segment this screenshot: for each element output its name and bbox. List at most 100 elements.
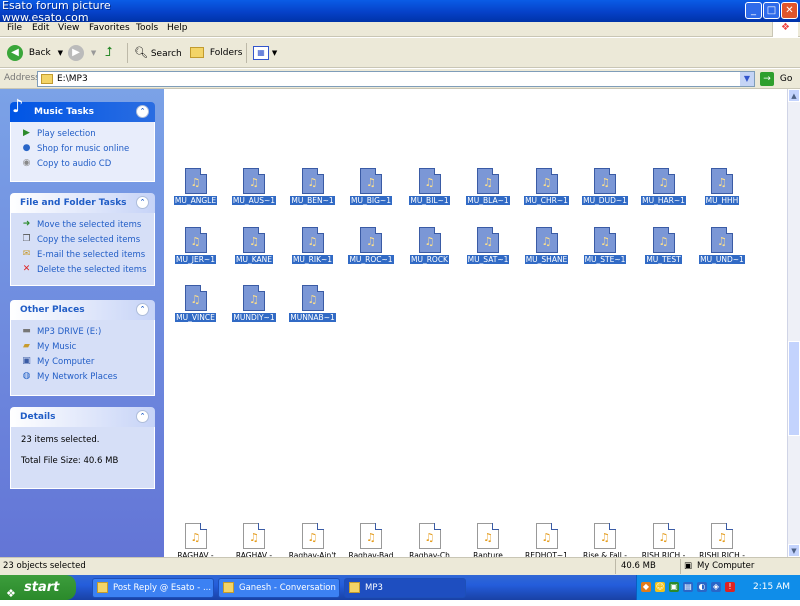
taskbar-item-mp3[interactable]: MP3: [344, 578, 466, 598]
go-button[interactable]: → Go: [760, 72, 792, 86]
watermark-line1: Esato forum picture: [2, 0, 111, 12]
search-label: Search: [150, 49, 182, 59]
address-input[interactable]: E:\MP3 ▼: [37, 71, 755, 87]
file-item[interactable]: ♫ MU_BIG~1: [343, 168, 400, 206]
tray-speaker-icon[interactable]: ◐: [697, 582, 707, 592]
menu-edit[interactable]: Edit: [32, 23, 49, 33]
file-item[interactable]: ♫ MU_SHANE: [518, 227, 575, 265]
task-delete[interactable]: ✕ Delete the selected items: [21, 263, 150, 278]
audio-file-icon: ♫: [594, 168, 616, 194]
close-button[interactable]: ✕: [781, 2, 798, 19]
file-item[interactable]: ♫ MU_RIK~1: [284, 227, 341, 265]
audio-file-icon: ♫: [243, 227, 265, 253]
collapse-chevron-icon[interactable]: ⌃: [136, 410, 149, 423]
file-item[interactable]: ♫ Raghav-Bad: [343, 523, 400, 561]
file-item[interactable]: ♫ RAGHAV -: [226, 523, 283, 561]
file-item[interactable]: ♫ MU_BLA~1: [460, 168, 517, 206]
other-places-header[interactable]: Other Places ⌃: [10, 300, 155, 320]
file-item[interactable]: ♫ MU_UND~1: [694, 227, 751, 265]
back-button[interactable]: ◀ Back ▼: [7, 44, 63, 62]
scroll-up-icon[interactable]: ▲: [788, 89, 800, 102]
menu-file[interactable]: File: [7, 23, 22, 33]
file-item[interactable]: ♫ MU_HHH: [694, 168, 751, 206]
file-item[interactable]: ♫ Raghav-Ch: [401, 523, 458, 561]
audio-file-icon: ♫: [711, 168, 733, 194]
file-item[interactable]: ♫ MU_CHR~1: [518, 168, 575, 206]
file-item[interactable]: ♫ RISH RICH -: [635, 523, 692, 561]
file-item[interactable]: ♫ MU_BIL~1: [401, 168, 458, 206]
search-button[interactable]: 🔍︎ Search: [134, 44, 182, 62]
file-item[interactable]: ♫ Rapture: [460, 523, 517, 561]
file-item[interactable]: ♫ MUNDIY~1: [226, 285, 283, 323]
file-item[interactable]: ♫ MU_DUD~1: [577, 168, 634, 206]
status-location: My Computer: [697, 561, 755, 571]
task-copy[interactable]: ❐ Copy the selected items: [21, 233, 150, 248]
file-item[interactable]: ♫ RAGHAV -: [167, 523, 224, 561]
scroll-down-icon[interactable]: ▼: [788, 544, 800, 557]
collapse-chevron-icon[interactable]: ⌃: [136, 303, 149, 316]
music-tasks-header[interactable]: ♪ Music Tasks ⌃: [10, 96, 155, 122]
place-mp3-drive[interactable]: ▬ MP3 DRIVE (E:): [21, 325, 150, 340]
views-button[interactable]: ▦ ▼: [253, 44, 277, 62]
forward-button[interactable]: ▶ ▼: [68, 44, 96, 62]
file-item[interactable]: ♫ MU_BEN~1: [284, 168, 341, 206]
file-item[interactable]: ♫ MU_JER~1: [167, 227, 224, 265]
menu-help[interactable]: Help: [167, 23, 188, 33]
scroll-thumb[interactable]: [788, 341, 800, 436]
menu-view[interactable]: View: [58, 23, 79, 33]
minimize-button[interactable]: _: [745, 2, 762, 19]
file-item[interactable]: ♫ Rise & Fall -: [577, 523, 634, 561]
vertical-scrollbar[interactable]: ▲ ▼: [787, 89, 800, 557]
task-label: Move the selected items: [37, 220, 142, 230]
folders-button[interactable]: Folders: [190, 44, 242, 62]
task-email[interactable]: ✉ E-mail the selected items: [21, 248, 150, 263]
address-dropdown-icon[interactable]: ▼: [740, 72, 754, 86]
file-item[interactable]: ♫ MU_AUS~1: [226, 168, 283, 206]
file-item[interactable]: ♫ MU_HAR~1: [635, 168, 692, 206]
file-item[interactable]: ♫ MU_SAT~1: [460, 227, 517, 265]
taskbar-item-conversation[interactable]: Ganesh - Conversation: [218, 578, 340, 598]
menu-favorites[interactable]: Favorites: [89, 23, 130, 33]
music-note-icon: ♫: [541, 235, 552, 248]
task-shop-music[interactable]: ● Shop for music online: [21, 142, 150, 157]
up-folder-icon[interactable]: ⮥: [105, 44, 113, 62]
audio-file-icon: ♫: [184, 227, 207, 253]
start-button[interactable]: ❖ start: [0, 575, 76, 600]
maximize-button[interactable]: □: [763, 2, 780, 19]
file-folder-tasks-header[interactable]: File and Folder Tasks ⌃: [10, 193, 155, 213]
file-item[interactable]: ♫ MU_KANE: [226, 227, 283, 265]
details-header[interactable]: Details ⌃: [10, 407, 155, 427]
place-my-music[interactable]: ▰ My Music: [21, 340, 150, 355]
file-item[interactable]: ♫ Raghav-Ain't: [284, 523, 341, 561]
music-note-icon: ♫: [658, 176, 669, 189]
tray-security-icon[interactable]: ◈: [711, 582, 721, 592]
task-move[interactable]: ➜ Move the selected items: [21, 218, 150, 233]
file-item[interactable]: ♫ REDHOT~1: [518, 523, 575, 561]
task-label: Shop for music online: [37, 144, 130, 154]
music-note-icon: ♫: [190, 531, 201, 544]
file-item[interactable]: ♫ RISHI RICH -: [694, 523, 751, 561]
tray-alert-icon[interactable]: !: [725, 582, 735, 592]
file-item[interactable]: ♫ MU_ANGLE: [167, 168, 224, 206]
place-network[interactable]: ◍ My Network Places: [21, 370, 150, 385]
address-bar: Address E:\MP3 ▼ → Go: [0, 69, 800, 89]
task-copy-cd[interactable]: ◉ Copy to audio CD: [21, 157, 150, 172]
file-item[interactable]: ♫ MU_ROC~1: [343, 227, 400, 265]
tray-network-icon[interactable]: ▣: [669, 582, 679, 592]
file-item[interactable]: ♫ MUNNAB~1: [284, 285, 341, 323]
file-item[interactable]: ♫ MU_ROCK: [401, 227, 458, 265]
music-note-icon: ♫: [483, 235, 493, 248]
collapse-chevron-icon[interactable]: ⌃: [136, 105, 149, 118]
file-item[interactable]: ♫ MU_VINCE: [167, 285, 224, 323]
menu-tools[interactable]: Tools: [136, 23, 158, 33]
taskbar-item-post-reply[interactable]: Post Reply @ Esato - ...: [92, 578, 214, 598]
task-play-selection[interactable]: ▶ Play selection: [21, 127, 150, 142]
audio-file-icon: ♫: [535, 227, 558, 253]
place-my-computer[interactable]: ▣ My Computer: [21, 355, 150, 370]
tray-app-icon[interactable]: ◆: [641, 582, 651, 592]
file-item[interactable]: ♫ MU_STE~1: [577, 227, 634, 265]
tray-monitor-icon[interactable]: ▤: [683, 582, 693, 592]
collapse-chevron-icon[interactable]: ⌃: [136, 196, 149, 209]
tray-messenger-icon[interactable]: ☺: [655, 582, 665, 592]
file-item[interactable]: ♫ MU_TEST: [635, 227, 692, 265]
